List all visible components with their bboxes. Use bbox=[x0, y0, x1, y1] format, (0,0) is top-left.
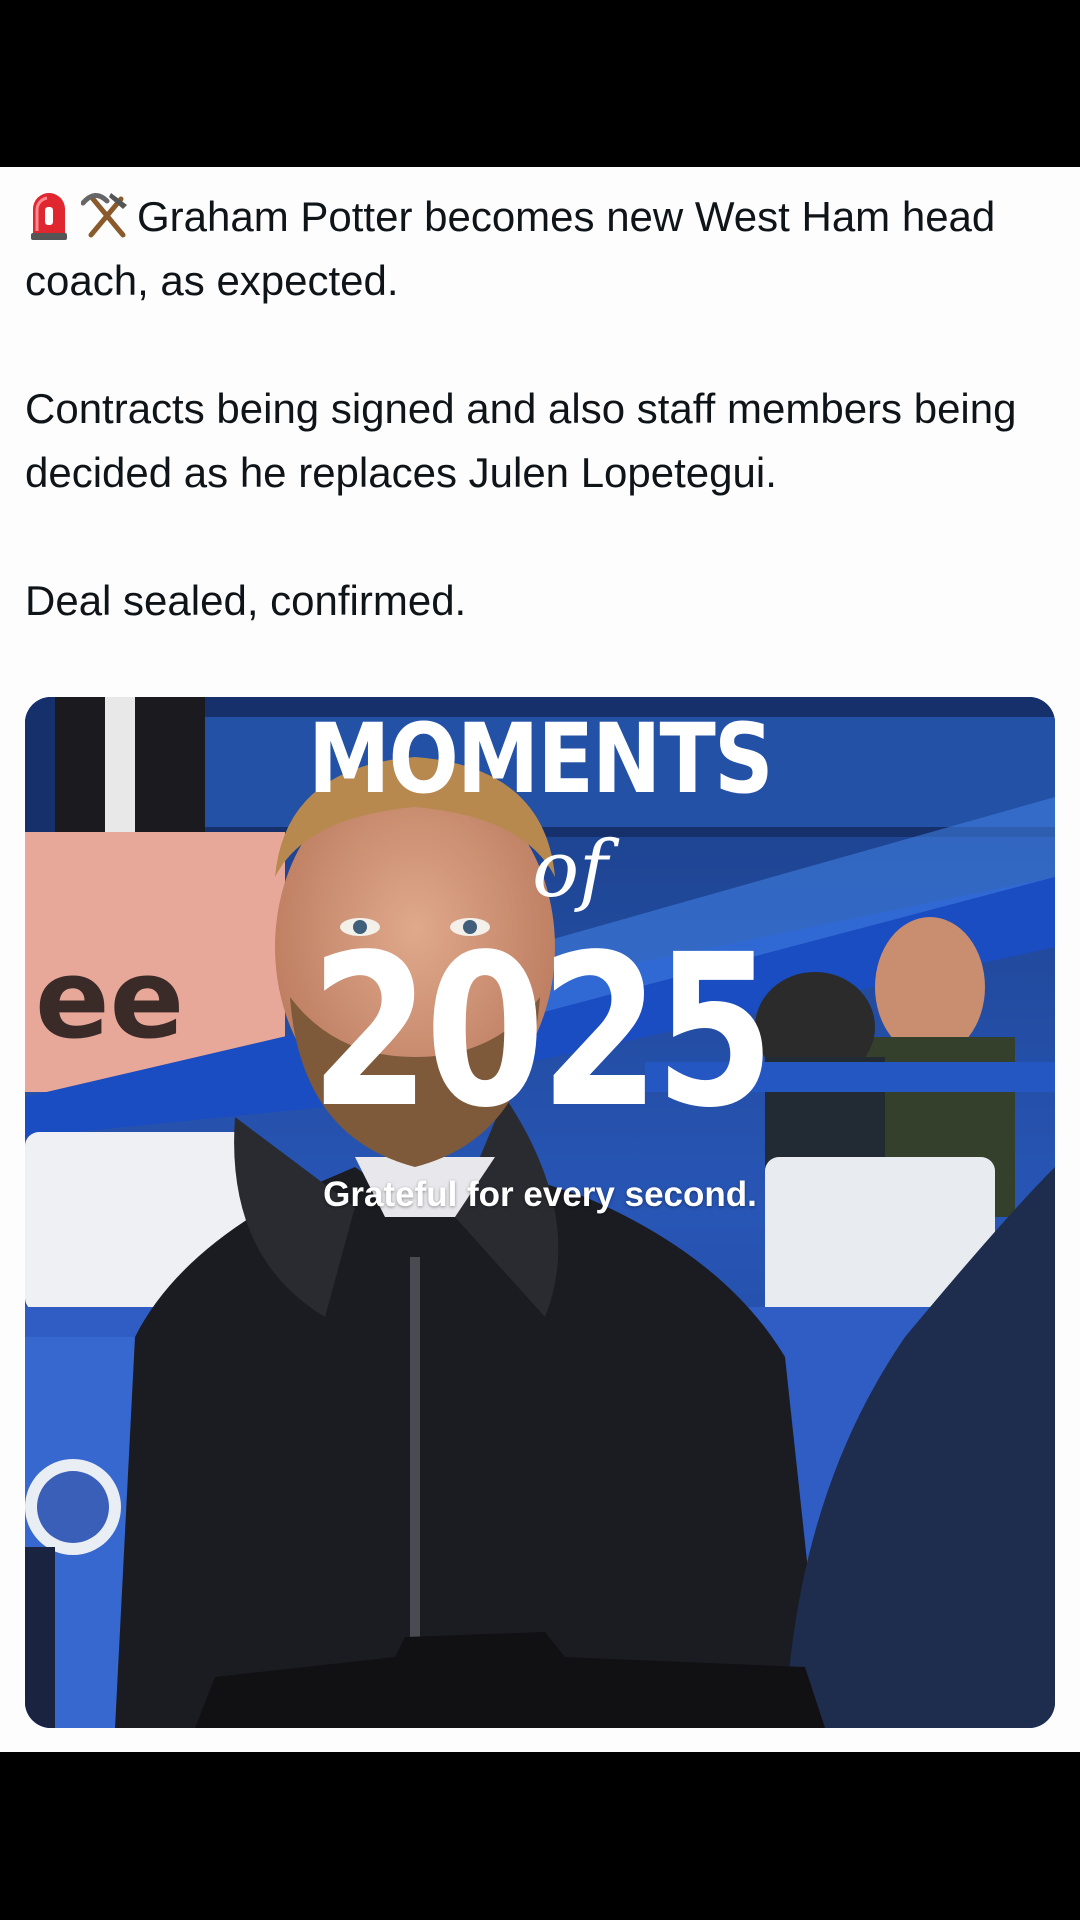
of-script-text: of bbox=[532, 825, 608, 915]
post-card: Graham Potter becomes new West Ham head … bbox=[0, 167, 1080, 1752]
post-paragraph-3: Deal sealed, confirmed. bbox=[25, 577, 467, 624]
post-image[interactable]: ee MOMENTS of 2025 Grateful for every se… bbox=[25, 697, 1055, 1728]
image-caption: Grateful for every second. bbox=[323, 1175, 757, 1214]
post-paragraph-1: Graham Potter becomes new West Ham head … bbox=[25, 185, 1055, 313]
post-paragraph-2: Contracts being signed and also staff me… bbox=[25, 385, 1017, 496]
top-black-bar bbox=[0, 0, 1080, 167]
year-text: 2025 bbox=[310, 909, 775, 1154]
bottom-black-bar bbox=[0, 1752, 1080, 1920]
rotating-light-icon bbox=[25, 189, 73, 241]
hammer-and-pick-icon bbox=[80, 189, 129, 241]
moments-title: MOMENTS bbox=[308, 703, 773, 815]
post-body: Graham Potter becomes new West Ham head … bbox=[25, 185, 1055, 633]
post-line-1: Graham Potter becomes new West Ham head … bbox=[25, 193, 996, 304]
